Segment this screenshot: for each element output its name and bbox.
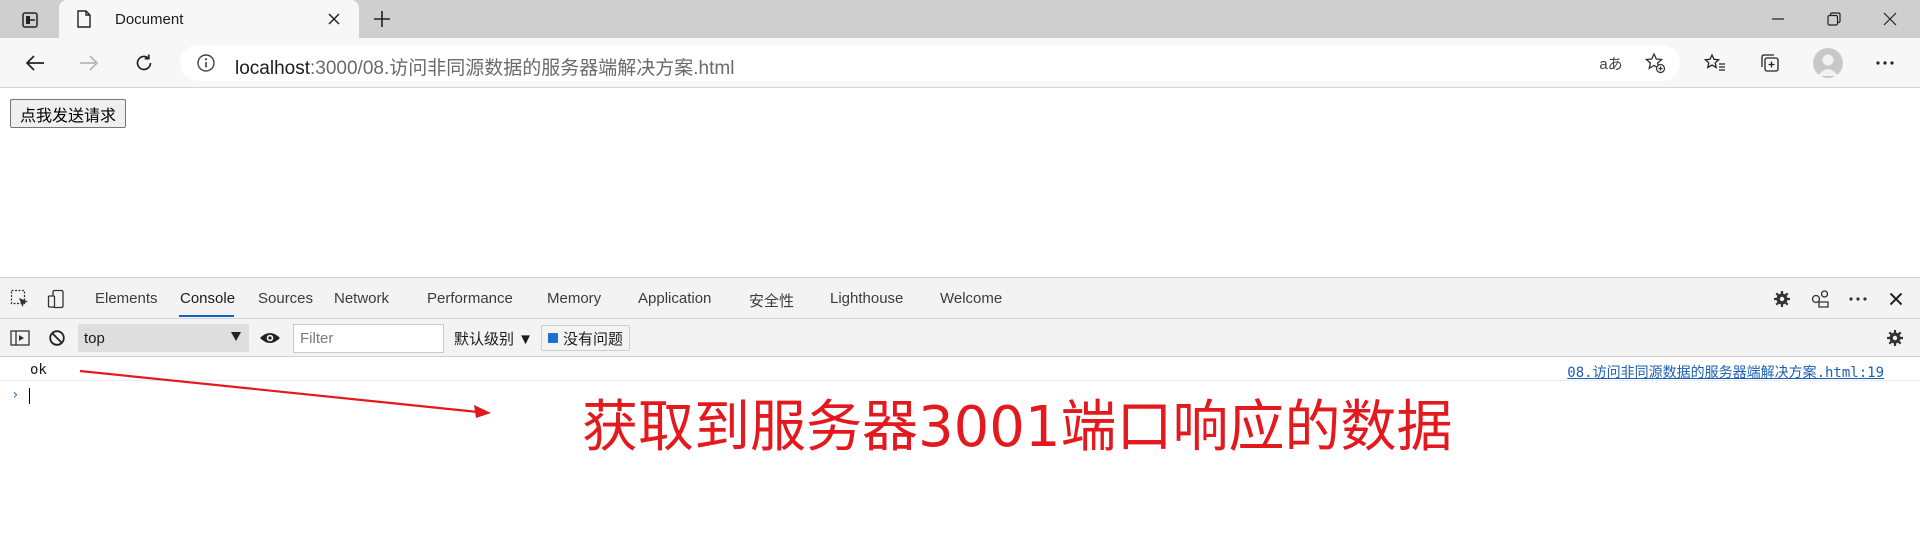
tab-network[interactable]: Network [334, 290, 389, 307]
context-selector-value: top [84, 330, 105, 347]
context-selector[interactable]: top [78, 324, 249, 352]
live-expression-eye-icon[interactable] [258, 326, 282, 350]
sidebar-toggle-icon[interactable] [8, 326, 32, 350]
settings-gear-icon[interactable] [1770, 287, 1794, 311]
tab-console[interactable]: Console [180, 290, 235, 307]
tab-actions-icon[interactable] [12, 7, 48, 33]
devtools-more-icon[interactable] [1846, 287, 1870, 311]
tab-close-icon[interactable] [323, 8, 345, 30]
tab-sources[interactable]: Sources [258, 290, 313, 307]
inspect-element-icon[interactable] [8, 287, 32, 311]
log-message: ok [30, 362, 47, 378]
issue-flag-icon [548, 333, 558, 343]
tab-title: Document [115, 10, 184, 28]
back-icon[interactable] [19, 48, 51, 78]
console-settings-gear-icon[interactable] [1883, 326, 1907, 350]
prompt-chevron-icon: › [11, 387, 20, 403]
url-path: :3000/08.访问非同源数据的服务器端解决方案.html [310, 58, 735, 79]
send-request-button[interactable]: 点我发送请求 [10, 99, 127, 128]
issues-button[interactable]: 没有问题 [541, 325, 631, 351]
log-source-link[interactable]: 08.访问非同源数据的服务器端解决方案.html:19 [1567, 362, 1884, 382]
device-emulation-icon[interactable] [45, 287, 69, 311]
clear-console-icon[interactable] [45, 326, 69, 350]
forward-icon[interactable] [73, 48, 105, 78]
filter-input[interactable] [293, 324, 444, 353]
log-levels-dropdown[interactable]: 默认级别 ▼ [454, 328, 533, 349]
browser-tab-strip: Document [0, 0, 1920, 38]
console-input-cursor[interactable] [29, 388, 30, 404]
restore-icon[interactable] [1806, 0, 1862, 38]
tab-memory[interactable]: Memory [547, 290, 601, 307]
tab-welcome[interactable]: Welcome [940, 290, 1002, 307]
caret-down-icon [231, 332, 241, 341]
add-favorite-icon[interactable] [1642, 52, 1668, 74]
console-toolbar: top 默认级别 ▼ 没有问题 [0, 319, 1920, 357]
browser-tab[interactable]: Document [59, 0, 359, 38]
read-aloud-icon[interactable]: aあ [1598, 52, 1624, 74]
address-bar[interactable]: localhost:3000/08.访问非同源数据的服务器端解决方案.html … [180, 45, 1680, 81]
connected-devices-icon[interactable] [1808, 287, 1832, 311]
site-info-icon[interactable] [196, 53, 216, 73]
active-tab-indicator [179, 315, 234, 317]
url-text[interactable]: localhost:3000/08.访问非同源数据的服务器端解决方案.html [235, 53, 734, 80]
page-viewport: 点我发送请求 [0, 89, 1920, 277]
collections-icon[interactable] [1754, 48, 1786, 78]
more-menu-icon[interactable] [1869, 48, 1901, 78]
devtools-close-icon[interactable] [1884, 287, 1908, 311]
new-tab-icon[interactable] [368, 6, 396, 32]
tab-performance[interactable]: Performance [427, 290, 513, 307]
close-window-icon[interactable] [1862, 0, 1918, 38]
devtools-tab-bar: Elements Console Sources Network Perform… [0, 277, 1920, 319]
issues-label: 没有问题 [563, 330, 624, 348]
annotation-label: 获取到服务器3001端口响应的数据 [582, 395, 1453, 460]
document-icon [73, 8, 95, 30]
tab-security[interactable]: 安全性 [749, 290, 794, 311]
tab-elements[interactable]: Elements [95, 290, 158, 307]
console-log-row: ok 08.访问非同源数据的服务器端解决方案.html:19 [0, 357, 1920, 381]
browser-toolbar: localhost:3000/08.访问非同源数据的服务器端解决方案.html … [0, 38, 1920, 88]
tab-lighthouse[interactable]: Lighthouse [830, 290, 903, 307]
refresh-icon[interactable] [128, 48, 160, 78]
favorites-icon[interactable] [1699, 48, 1731, 78]
tab-application[interactable]: Application [638, 290, 711, 307]
profile-avatar[interactable] [1813, 48, 1843, 78]
url-host: localhost [235, 58, 310, 79]
minimize-icon[interactable] [1750, 0, 1806, 38]
